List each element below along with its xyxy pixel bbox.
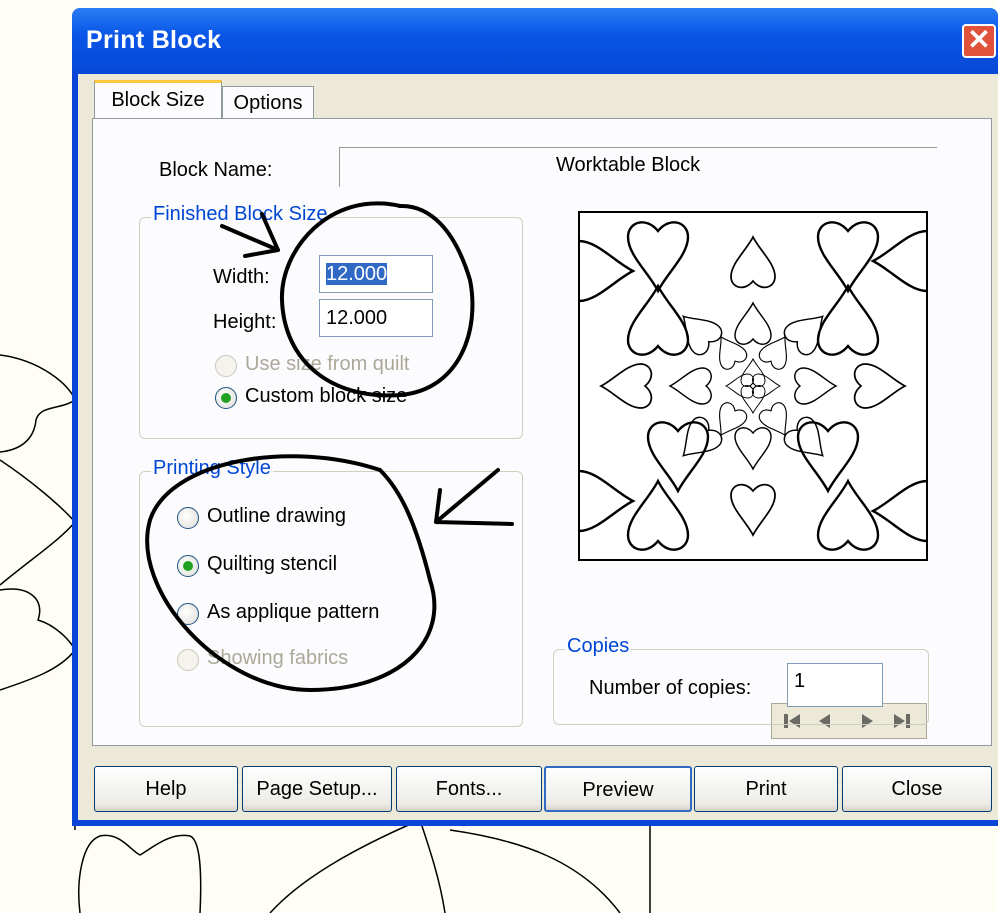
hand-drawn-annotations [145, 201, 514, 693]
